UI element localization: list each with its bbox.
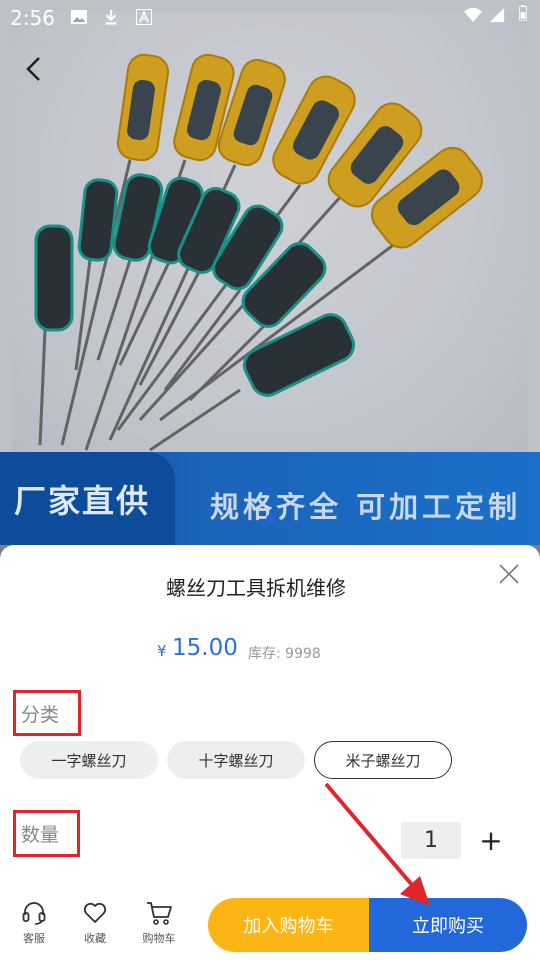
product-title: 螺丝刀工具拆机维修 [166, 576, 346, 600]
promo-left-text: 厂家直供 [14, 482, 151, 520]
highlight-box-category [13, 690, 81, 736]
nav-label: 收藏 [84, 932, 106, 945]
font-icon [136, 9, 152, 25]
nav-customer-service[interactable]: 客服 [14, 900, 54, 946]
buy-now-button[interactable]: 立即购买 [369, 898, 527, 952]
headset-icon [22, 902, 46, 925]
stock-count: 库存: 9998 [248, 646, 321, 662]
back-arrow-icon[interactable] [24, 56, 44, 82]
currency-symbol: ¥ [157, 642, 167, 660]
option-flat-screwdriver[interactable]: 一字螺丝刀 [20, 741, 158, 779]
nav-label: 客服 [23, 932, 45, 945]
close-icon[interactable] [498, 563, 520, 585]
status-bar: 2:56 [0, 0, 540, 34]
quantity-increase-button[interactable]: + [478, 822, 504, 858]
download-icon [105, 9, 117, 25]
product-image[interactable]: 厂家直供 规格齐全 可加工定制 [0, 0, 540, 545]
option-pozidriv-screwdriver[interactable]: 米子螺丝刀 [314, 741, 452, 779]
heart-icon [83, 902, 107, 923]
add-to-cart-button[interactable]: 加入购物车 [208, 898, 369, 952]
highlight-box-quantity [13, 810, 80, 857]
nav-cart[interactable]: 购物车 [139, 900, 179, 946]
wifi-icon [464, 7, 482, 23]
battery-icon [519, 5, 527, 21]
nav-favorite[interactable]: 收藏 [75, 900, 115, 946]
image-icon [71, 10, 87, 24]
promo-right-text: 规格齐全 可加工定制 [210, 490, 522, 524]
carousel-indicator-dot[interactable] [266, 514, 276, 524]
signal-icon [489, 7, 505, 23]
product-price: 15.00 [172, 635, 238, 661]
nav-label: 购物车 [142, 932, 176, 945]
cart-icon [147, 902, 172, 925]
status-time: 2:56 [10, 6, 55, 30]
option-phillips-screwdriver[interactable]: 十字螺丝刀 [167, 741, 305, 779]
quantity-input[interactable]: 1 [401, 822, 461, 859]
